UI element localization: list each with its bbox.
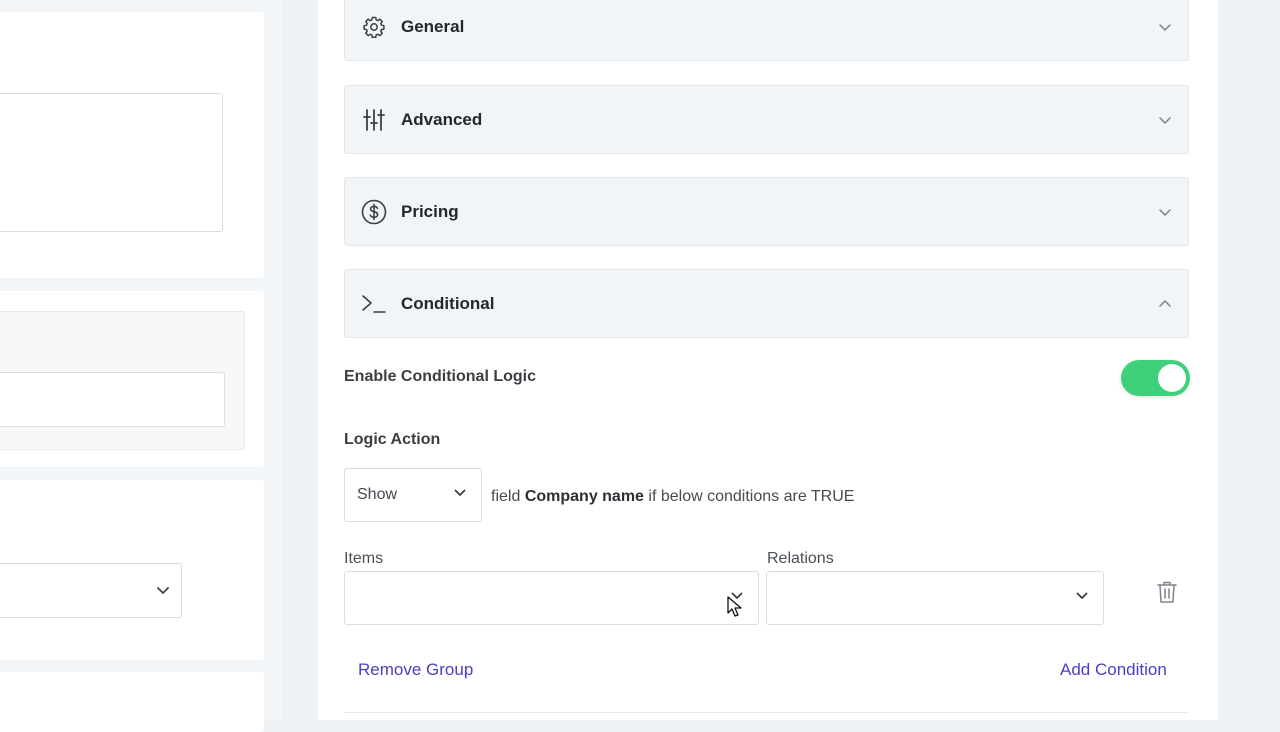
logic-action-sentence: field Company name if below conditions a… [491,488,854,506]
sliders-icon [361,107,387,133]
accordion-title: Conditional [401,293,495,313]
terminal-icon [361,291,387,317]
select-preview[interactable] [0,563,182,618]
accordion-title: Advanced [401,109,483,129]
relations-select[interactable] [766,571,1104,625]
target-field-name: Company name [524,488,644,505]
accordion-title: General [401,16,465,36]
chevron-down-icon [1156,203,1174,221]
sentence-suffix: if below conditions are TRUE [648,488,855,505]
accordion-pricing[interactable]: Pricing [344,177,1189,246]
logic-action-value: Show [357,486,398,503]
chevron-up-icon [1156,295,1174,313]
gear-icon [361,14,387,40]
form-field-card[interactable] [0,672,264,732]
section-divider [344,712,1189,713]
mouse-cursor-icon [727,596,743,623]
remove-group-link[interactable]: Remove Group [358,660,473,680]
logic-action-select[interactable]: Show [344,468,482,522]
accordion-general[interactable]: General [344,0,1189,61]
enable-conditional-label: Enable Conditional Logic [344,368,536,385]
chevron-down-icon [1156,18,1174,36]
conditional-logic-toggle[interactable] [1121,360,1190,396]
add-condition-link[interactable]: Add Condition [1060,660,1167,680]
text-input-preview[interactable] [0,372,225,427]
chevron-down-icon [1075,589,1089,608]
relations-label: Relations [767,550,834,567]
logic-action-label: Logic Action [344,431,441,448]
chevron-down-icon [453,486,467,505]
trash-icon[interactable] [1156,580,1180,606]
accordion-advanced[interactable]: Advanced [344,85,1189,154]
form-canvas [0,0,282,732]
chevron-down-icon [1156,111,1174,129]
dollar-icon [361,199,387,225]
chevron-down-icon [155,582,171,603]
items-select[interactable] [344,571,759,625]
accordion-title: Pricing [401,201,459,221]
textarea-preview[interactable] [0,93,223,232]
accordion-conditional[interactable]: Conditional [344,269,1189,338]
sentence-prefix: field [491,488,521,505]
toggle-knob [1158,364,1186,392]
items-label: Items [344,550,384,567]
panel-gutter [1218,0,1280,720]
